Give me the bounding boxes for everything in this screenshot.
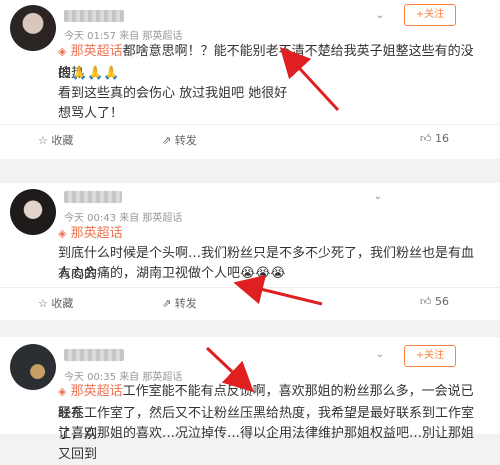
annotation-arrows — [205, 46, 340, 393]
arrow-3 — [205, 346, 254, 393]
arrow-2 — [233, 274, 323, 306]
arrow-1 — [279, 46, 340, 112]
